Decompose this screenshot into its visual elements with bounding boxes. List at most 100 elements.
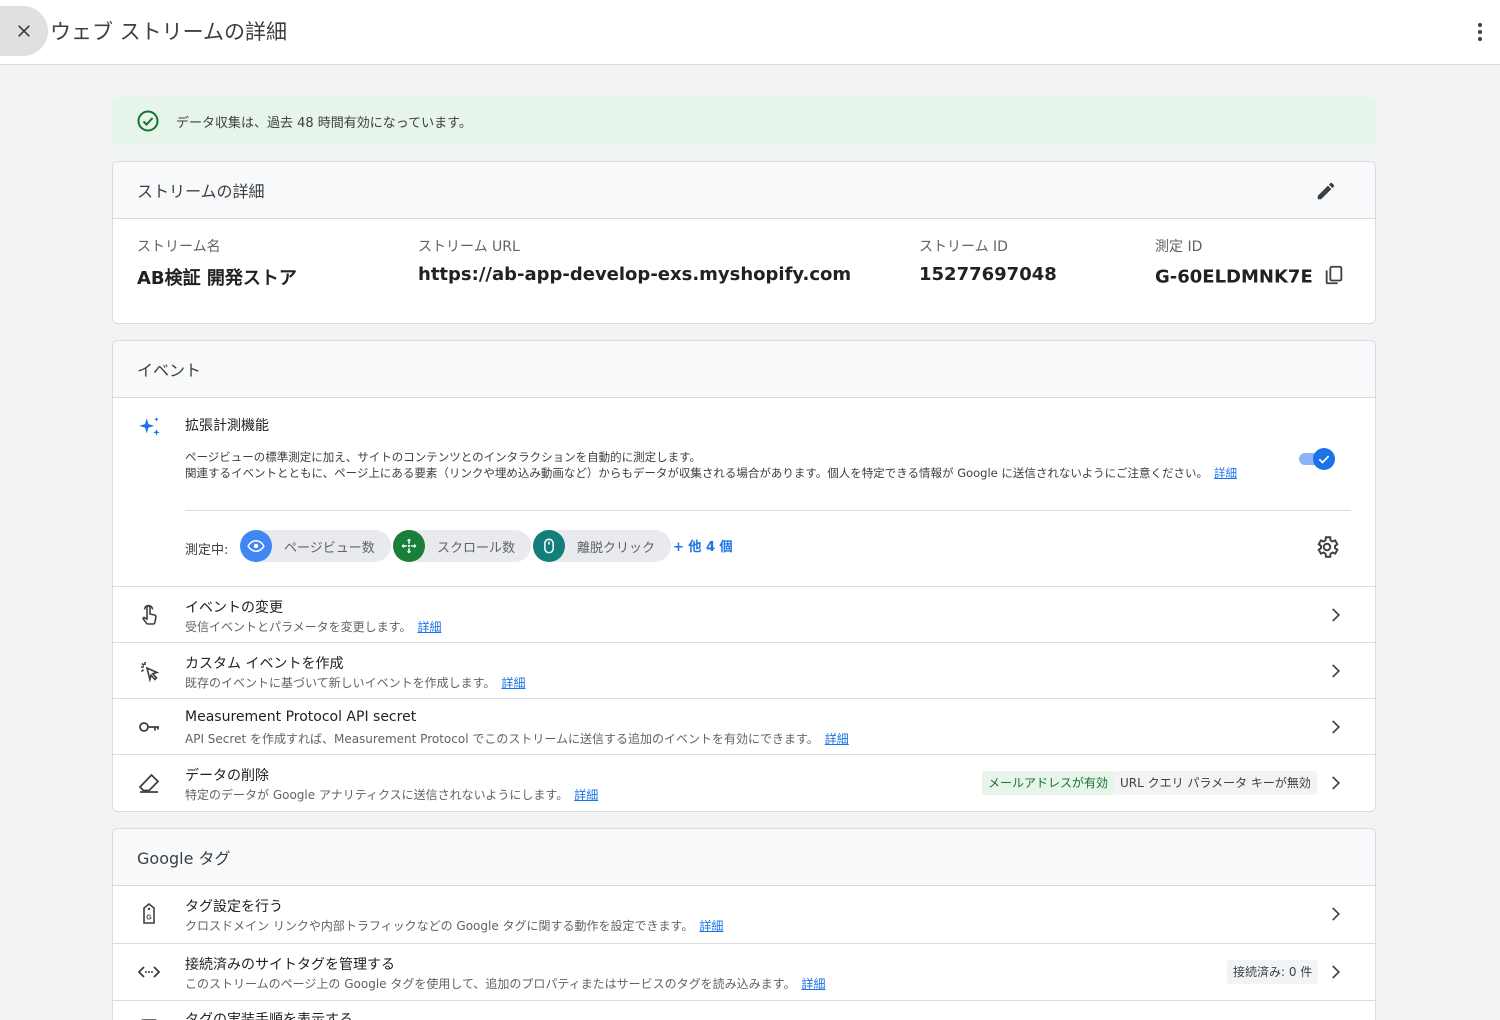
top-bar: ウェブ ストリームの詳細 <box>0 0 1500 65</box>
svg-text:G: G <box>146 915 152 922</box>
stream-url-value: https://ab-app-develop-exs.myshopify.com <box>418 264 852 285</box>
more-events-link[interactable]: + 他 4 個 <box>673 536 733 555</box>
chip-scrolls: スクロール数 <box>393 530 532 562</box>
enhanced-measurement-desc-1: ページビューの標準測定に加え、サイトのコンテンツとのインタラクションを自動的に測… <box>185 450 701 464</box>
measurement-protocol-row[interactable]: Measurement Protocol API secret API Secr… <box>113 698 1375 754</box>
measurement-id-row: G-60ELDMNK7E <box>1155 264 1345 291</box>
chevron-right-icon <box>1332 965 1340 979</box>
measurement-id-label: 測定 ID <box>1155 239 1203 255</box>
copy-button[interactable] <box>1323 264 1345 291</box>
modify-events-row[interactable]: イベントの変更 受信イベントとパラメータを変更します。 詳細 <box>113 586 1375 642</box>
modify-events-title: イベントの変更 <box>185 600 283 616</box>
chip-page-views: ページビュー数 <box>240 530 391 562</box>
chevron-right-icon <box>1332 608 1340 622</box>
chip-page-views-badge <box>240 530 272 562</box>
chip-scrolls-badge <box>393 530 425 562</box>
stream-details-heading: ストリームの詳細 <box>113 162 1375 219</box>
close-button[interactable] <box>0 6 48 56</box>
data-redaction-desc-line: 特定のデータが Google アナリティクスに送信されないようにします。 詳細 <box>185 786 598 803</box>
chip-scrolls-label: スクロール数 <box>437 540 516 556</box>
copy-icon <box>1325 265 1342 285</box>
chevron-right-icon <box>1332 907 1340 921</box>
close-icon <box>18 25 30 37</box>
gear-icon <box>1317 536 1339 558</box>
eraser-icon <box>138 773 160 793</box>
banner-text: データ収集は、過去 48 時間有効になっています。 <box>176 115 472 131</box>
chevron-right-icon <box>1332 776 1340 790</box>
events-title: イベント <box>137 361 202 380</box>
enhanced-measurement-toggle[interactable] <box>1299 447 1337 471</box>
enhanced-measurement-learn-more-link[interactable]: 詳細 <box>1214 466 1237 480</box>
google-tag-heading: Google タグ <box>113 829 1375 886</box>
measurement-id-value[interactable]: G-60ELDMNK7E <box>1155 267 1313 288</box>
measurement-protocol-desc-line: API Secret を作成すれば、Measurement Protocol で… <box>185 730 849 747</box>
sparkle-icon <box>139 417 160 436</box>
configure-tag-desc: クロスドメイン リンクや内部トラフィックなどの Google タグに関する動作を… <box>185 919 694 933</box>
url-query-disabled-badge: URL クエリ パラメータ キーが無効 <box>1114 771 1317 795</box>
events-heading: イベント <box>113 341 1375 398</box>
google-tag-title: Google タグ <box>137 849 231 868</box>
more-options-button[interactable] <box>1466 18 1494 46</box>
code-dots-icon <box>137 966 161 978</box>
measurement-protocol-desc: API Secret を作成すれば、Measurement Protocol で… <box>185 732 819 746</box>
chip-outbound-clicks: 離脱クリック <box>533 530 672 562</box>
configure-tag-desc-line: クロスドメイン リンクや内部トラフィックなどの Google タグに関する動作を… <box>185 917 723 934</box>
more-vert-icon <box>1478 23 1482 41</box>
modify-events-learn-more-link[interactable]: 詳細 <box>417 620 441 634</box>
key-icon <box>139 722 159 732</box>
connected-site-tags-desc-line: このストリームのページ上の Google タグを使用して、追加のプロパティまたは… <box>185 975 826 992</box>
chevron-right-icon <box>1332 664 1340 678</box>
check-circle-icon <box>137 110 159 132</box>
move-arrows-icon <box>401 538 417 554</box>
measurement-protocol-title: Measurement Protocol API secret <box>185 709 417 725</box>
page-title: ウェブ ストリームの詳細 <box>50 20 288 44</box>
create-custom-event-row[interactable]: カスタム イベントを作成 既存のイベントに基づいて新しいイベントを作成します。詳… <box>113 642 1375 698</box>
configure-tag-title: タグ設定を行う <box>185 899 283 915</box>
pencil-icon <box>1317 182 1335 200</box>
create-custom-event-title: カスタム イベントを作成 <box>185 656 344 672</box>
measurement-protocol-learn-more-link[interactable]: 詳細 <box>825 732 849 746</box>
data-collection-banner: データ収集は、過去 48 時間有効になっています。 <box>112 97 1376 145</box>
view-tag-instructions-title: タグの実装手順を表示する <box>185 1012 353 1020</box>
connected-site-tags-learn-more-link[interactable]: 詳細 <box>801 977 825 991</box>
stream-id-label: ストリーム ID <box>919 239 1008 255</box>
connected-site-tags-title: 接続済みのサイトタグを管理する <box>185 957 395 973</box>
eye-icon <box>247 539 265 553</box>
enhanced-measurement-desc-2: 関連するイベントとともに、ページ上にある要素（リンクや埋め込み動画など）からもデ… <box>185 466 1208 480</box>
measurement-id-field: 測定 ID G-60ELDMNK7E <box>1155 236 1345 291</box>
check-icon <box>1318 455 1330 464</box>
configure-tag-row[interactable]: G タグ設定を行う クロスドメイン リンクや内部トラフィックなどの Google… <box>113 886 1375 942</box>
enhanced-measurement-desc-2-block: 関連するイベントとともに、ページ上にある要素（リンクや埋め込み動画など）からもデ… <box>185 465 1289 481</box>
cursor-click-icon <box>140 662 160 683</box>
stream-name-label: ストリーム名 <box>137 239 221 255</box>
modify-events-desc-line: 受信イベントとパラメータを変更します。 詳細 <box>185 618 441 635</box>
google-tag-card: Google タグ G タグ設定を行う クロスドメイン リンクや内部トラフィック… <box>112 828 1376 1020</box>
chip-page-views-label: ページビュー数 <box>284 540 375 556</box>
enhanced-divider <box>185 510 1351 511</box>
configure-tag-learn-more-link[interactable]: 詳細 <box>699 919 723 933</box>
create-custom-event-desc: 既存のイベントに基づいて新しいイベントを作成します。 <box>185 676 496 690</box>
modify-events-desc: 受信イベントとパラメータを変更します。 <box>185 620 412 634</box>
stream-details-card: ストリームの詳細 ストリーム名 AB検証 開発ストア ストリーム URL htt… <box>112 161 1376 324</box>
stream-url-label: ストリーム URL <box>418 239 520 255</box>
stream-id-field: ストリーム ID 15277697048 <box>919 236 1057 285</box>
stream-name-field: ストリーム名 AB検証 開発ストア <box>137 236 297 290</box>
measuring-label: 測定中: <box>185 543 229 558</box>
email-enabled-badge: メールアドレスが有効 <box>982 771 1115 795</box>
connected-site-tags-row[interactable]: 接続済みのサイトタグを管理する このストリームのページ上の Google タグを… <box>113 943 1375 999</box>
connected-count-badge: 接続済み: 0 件 <box>1227 960 1319 984</box>
create-custom-event-learn-more-link[interactable]: 詳細 <box>501 676 525 690</box>
mouse-icon <box>544 538 554 554</box>
google-tag-icon: G <box>143 902 155 924</box>
edit-stream-button[interactable] <box>1313 178 1339 204</box>
create-custom-event-desc-line: 既存のイベントに基づいて新しいイベントを作成します。 詳細 <box>185 674 525 691</box>
data-redaction-row[interactable]: データの削除 特定のデータが Google アナリティクスに送信されないようにし… <box>113 754 1375 810</box>
data-redaction-title: データの削除 <box>185 768 269 784</box>
connected-site-tags-desc: このストリームのページ上の Google タグを使用して、追加のプロパティまたは… <box>185 977 796 991</box>
chevron-right-icon <box>1332 720 1340 734</box>
data-redaction-learn-more-link[interactable]: 詳細 <box>574 788 598 802</box>
stream-id-value: 15277697048 <box>919 264 1057 285</box>
view-tag-instructions-row[interactable]: タグの実装手順を表示する <box>113 1000 1375 1020</box>
chip-outbound-clicks-label: 離脱クリック <box>577 540 656 556</box>
enhanced-settings-button[interactable] <box>1314 534 1340 560</box>
